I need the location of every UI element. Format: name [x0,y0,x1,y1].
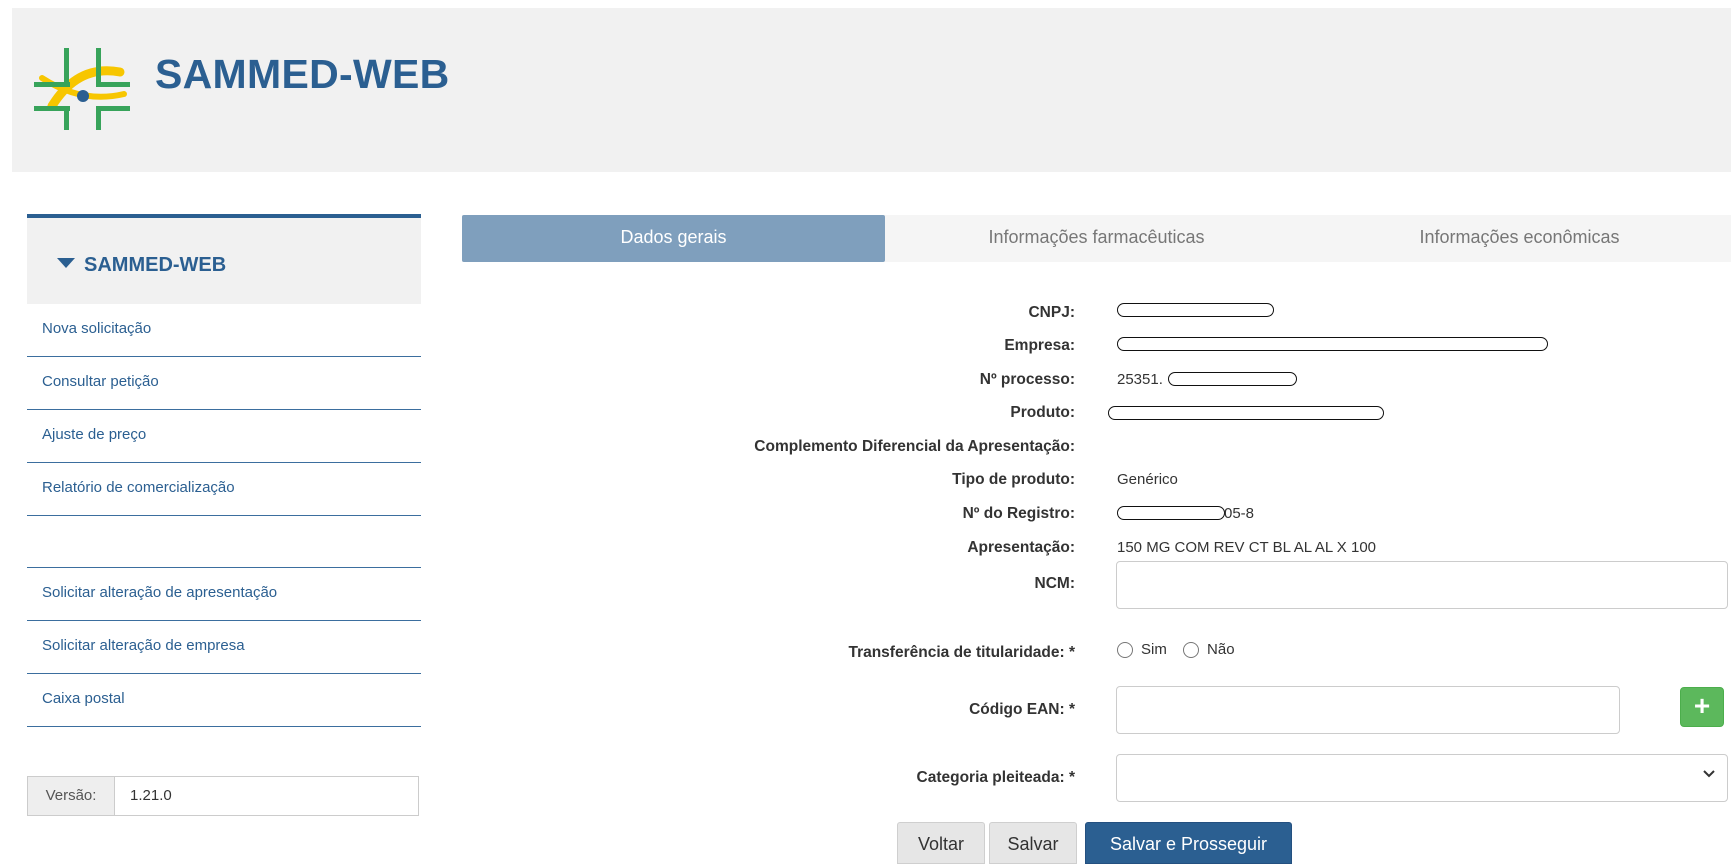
transferencia-option-sim[interactable]: Sim [1117,641,1167,658]
empresa-label: Empresa: [1004,337,1075,354]
sidebar-item-relatorio-comercializacao[interactable]: Relatório de comercialização [27,463,421,516]
add-ean-button[interactable]: + [1680,687,1724,727]
tab-informacoes-farmaceuticas[interactable]: Informações farmacêuticas [885,215,1308,262]
radio-nao[interactable] [1183,642,1200,658]
processo-value-prefix: 25351. [1117,371,1163,388]
transferencia-radio-group: Sim Não [1117,641,1247,658]
processo-label: Nº processo: [979,371,1075,388]
apresentacao-label: Apresentação: [967,539,1075,556]
caret-down-icon [57,258,75,268]
sidebar-item-alterar-apresentacao[interactable]: Solicitar alteração de apresentação [27,568,421,621]
registro-redacted-value [1117,506,1225,520]
version-field: Versão: 1.21.0 [27,776,419,816]
radio-sim[interactable] [1117,642,1133,658]
sidebar: SAMMED-WEB Nova solicitação Consultar pe… [27,214,421,727]
save-button[interactable]: Salvar [989,822,1077,864]
tipo-produto-value: Genérico [1117,471,1178,488]
save-continue-button[interactable]: Salvar e Prosseguir [1085,822,1292,864]
tab-dados-gerais[interactable]: Dados gerais [462,215,885,262]
app-header: SAMMED-WEB [12,8,1731,172]
version-label: Versão: [28,777,115,815]
chevron-down-icon [1703,770,1715,778]
sammed-logo-icon [34,48,130,130]
tab-bar: Dados gerais Informações farmacêuticas I… [462,215,1731,262]
apresentacao-value: 150 MG COM REV CT BL AL AL X 100 [1117,539,1377,556]
processo-redacted-value [1168,372,1297,386]
version-value: 1.21.0 [130,787,172,804]
sidebar-item-empty [27,516,421,568]
transferencia-option-nao[interactable]: Não [1183,641,1235,658]
categoria-select[interactable] [1116,754,1728,802]
sidebar-item-caixa-postal[interactable]: Caixa postal [27,674,421,727]
sidebar-item-ajuste-de-preco[interactable]: Ajuste de preço [27,410,421,463]
app-title: SAMMED-WEB [155,51,450,97]
empresa-redacted-value [1117,337,1548,351]
categoria-label: Categoria pleiteada: * [916,769,1076,786]
produto-label: Produto: [1010,404,1075,421]
transferencia-label: Transferência de titularidade: * [848,644,1075,661]
ean-input[interactable] [1116,686,1620,734]
ean-label: Código EAN: * [969,701,1075,718]
ncm-label: NCM: [1034,575,1075,592]
produto-redacted-value [1108,406,1384,420]
ncm-input[interactable] [1116,561,1728,609]
sidebar-item-consultar-peticao[interactable]: Consultar petição [27,357,421,410]
sidebar-item-nova-solicitacao[interactable]: Nova solicitação [27,304,421,357]
sidebar-header[interactable]: SAMMED-WEB [27,214,421,304]
registro-value-suffix: 05-8 [1224,505,1255,522]
tipo-produto-label: Tipo de produto: [952,471,1075,488]
back-button[interactable]: Voltar [897,822,985,864]
complemento-label: Complemento Diferencial da Apresentação: [754,438,1075,455]
sidebar-item-alterar-empresa[interactable]: Solicitar alteração de empresa [27,621,421,674]
cnpj-label: CNPJ: [1028,304,1075,321]
sidebar-title[interactable]: SAMMED-WEB [57,254,226,277]
tab-informacoes-economicas[interactable]: Informações econômicas [1308,215,1731,262]
sidebar-title-label: SAMMED-WEB [84,254,227,276]
registro-label: Nº do Registro: [962,505,1075,522]
cnpj-redacted-value [1117,303,1274,317]
